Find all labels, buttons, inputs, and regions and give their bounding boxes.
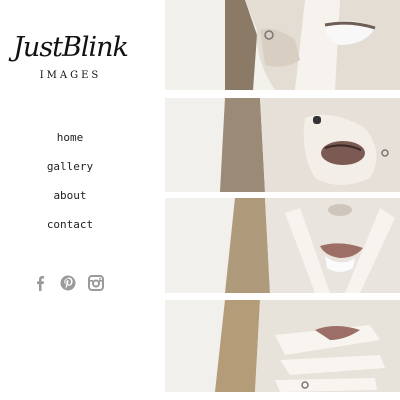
gallery-photo-4[interactable]: [165, 300, 400, 392]
facebook-icon[interactable]: [32, 275, 48, 291]
social-links: [32, 273, 112, 293]
nav-gallery[interactable]: gallery: [0, 157, 140, 186]
pinterest-icon[interactable]: [60, 275, 76, 291]
logo-script-text: JustBlink: [13, 32, 129, 63]
gallery-photo-3[interactable]: [165, 198, 400, 293]
nav-home[interactable]: home: [0, 128, 140, 157]
gallery-photo-1[interactable]: [165, 0, 400, 90]
logo-subtitle: IMAGES: [39, 70, 102, 81]
main-nav: home gallery about contact: [0, 128, 140, 244]
instagram-icon[interactable]: [88, 275, 104, 291]
nav-about[interactable]: about: [0, 186, 140, 215]
logo[interactable]: JustBlink IMAGES: [8, 28, 158, 88]
nav-contact[interactable]: contact: [0, 215, 140, 244]
sidebar: JustBlink IMAGES home gallery about cont…: [0, 0, 165, 400]
gallery-photo-2[interactable]: [165, 98, 400, 192]
